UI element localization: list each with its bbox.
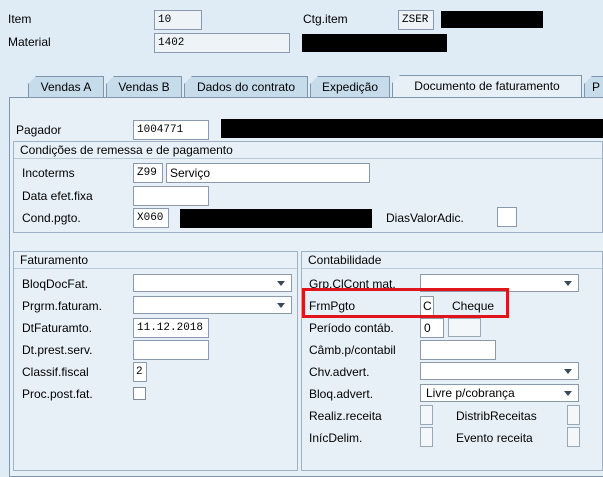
billing-title: Faturamento [14, 252, 297, 269]
tax-class-label: Classif.fiscal [22, 365, 89, 379]
material-label: Material [8, 35, 51, 49]
incoterms-text-field[interactable]: Serviço [166, 163, 370, 183]
ctg-item-label: Ctg.item [303, 12, 348, 26]
rev-event-label: Evento receita [456, 431, 533, 445]
tab-vendas-a[interactable]: Vendas A [28, 76, 104, 98]
dunning-key-dropdown[interactable] [420, 362, 579, 380]
post-billing-checkbox[interactable] [133, 387, 146, 400]
period-label: Período contáb. [309, 321, 394, 335]
redacted-payment-terms-text [180, 209, 372, 228]
highlight-box [302, 288, 509, 318]
billing-plan-label: Prgrm.faturam. [22, 299, 103, 313]
incoterms-label: Incoterms [22, 166, 75, 180]
material-field[interactable]: 1402 [154, 33, 290, 53]
redacted-material-description [302, 34, 447, 52]
tab-vendas-b[interactable]: Vendas B [106, 76, 182, 98]
rev-distribution-field[interactable] [567, 405, 580, 425]
accounting-title: Contabilidade [302, 252, 602, 269]
ctg-item-field[interactable]: ZSER [398, 10, 434, 30]
fixed-date-label: Data efet.fixa [22, 189, 93, 203]
redacted-ctg-description [441, 11, 543, 28]
item-label: Item [8, 12, 32, 26]
chevron-down-icon[interactable] [564, 391, 572, 396]
period-year-field[interactable] [448, 318, 481, 337]
fixed-date-field[interactable] [133, 186, 209, 206]
period-field[interactable]: 0 [420, 318, 444, 338]
billing-block-dropdown[interactable] [133, 274, 292, 292]
dunning-block-value: Livre p/cobrança [426, 386, 515, 400]
chevron-down-icon[interactable] [564, 369, 572, 374]
tab-dados-contrato[interactable]: Dados do contrato [184, 76, 308, 98]
extra-days-label: DiasValorAdic. [386, 211, 464, 225]
chevron-down-icon[interactable] [277, 303, 285, 308]
redacted-payer-name [221, 119, 603, 138]
billing-plan-dropdown[interactable] [133, 296, 292, 314]
service-date-label: Dt.prest.serv. [22, 343, 93, 357]
chevron-down-icon[interactable] [564, 281, 572, 286]
extra-days-field[interactable] [497, 207, 517, 227]
tab-expedicao[interactable]: Expedição [310, 76, 390, 98]
rev-distribution-label: DistribReceitas [456, 409, 537, 423]
delivery-payment-title: Condições de remessa e de pagamento [14, 142, 602, 159]
incoterms-code-field[interactable]: Z99 [133, 163, 163, 183]
exchange-rate-field[interactable] [420, 340, 496, 360]
payment-terms-label: Cond.pgto. [22, 211, 81, 225]
payer-label: Pagador [16, 123, 62, 137]
billing-block-label: BloqDocFat. [22, 277, 89, 291]
billing-date-field[interactable]: 11.12.2018 [133, 318, 209, 338]
accrual-start-field[interactable] [420, 427, 433, 447]
accrual-start-label: InícDelim. [309, 431, 363, 445]
rev-recognition-label: Realiz.receita [309, 409, 382, 423]
payment-terms-field[interactable]: X060 [133, 208, 169, 228]
tax-class-field[interactable]: 2 [133, 362, 147, 382]
rev-recognition-field[interactable] [420, 405, 433, 425]
payer-field[interactable]: 1004771 [133, 120, 209, 140]
rev-event-field[interactable] [567, 427, 580, 447]
billing-date-label: DtFaturamto. [22, 321, 93, 335]
tab-p[interactable]: P [584, 76, 603, 98]
dunning-block-dropdown[interactable]: Livre p/cobrança [420, 384, 579, 402]
dunning-key-label: Chv.advert. [309, 365, 370, 379]
exchange-rate-label: Câmb.p/contabil [309, 343, 396, 357]
item-field[interactable]: 10 [154, 10, 202, 30]
service-date-field[interactable] [133, 340, 209, 360]
dunning-block-label: Bloq.advert. [309, 387, 374, 401]
chevron-down-icon[interactable] [277, 281, 285, 286]
tab-documento-faturamento[interactable]: Documento de faturamento [392, 75, 582, 99]
post-billing-label: Proc.post.fat. [22, 387, 93, 401]
